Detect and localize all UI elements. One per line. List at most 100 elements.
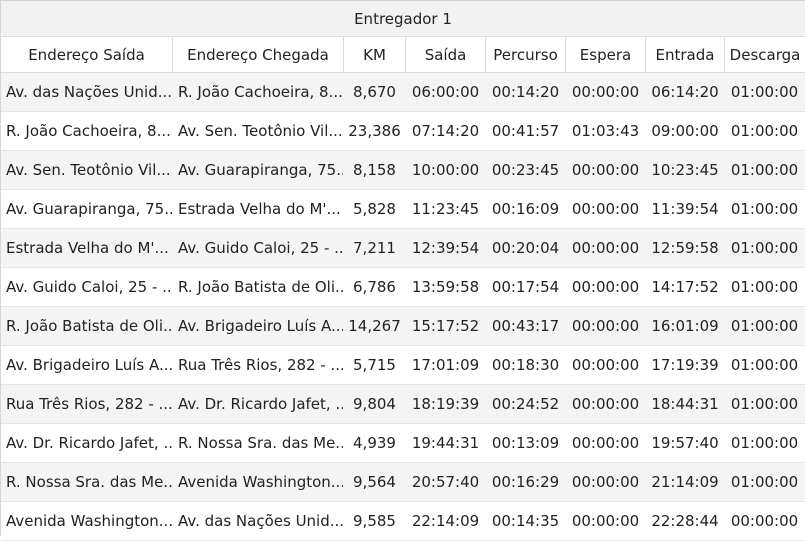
cell-descarga: 00:00:00 xyxy=(730,512,799,530)
cell-entrada: 17:19:39 xyxy=(651,356,719,374)
cell-km: 9,804 xyxy=(353,395,396,413)
cell-espera: 00:00:00 xyxy=(571,278,640,296)
data-grid: Entregador 1 Endereço Saída Endereço Che… xyxy=(0,0,805,541)
table-row[interactable]: Estrada Velha do M'... Av. Guido Caloi, … xyxy=(1,229,805,268)
cell-saida: 20:57:40 xyxy=(411,473,480,491)
cell-descarga: 01:00:00 xyxy=(730,395,799,413)
cell-km: 14,267 xyxy=(348,317,401,335)
cell-endereco-saida: Av. Guido Caloi, 25 - ... xyxy=(6,278,173,296)
table-row[interactable]: R. João Cachoeira, 8... Av. Sen. Teotôni… xyxy=(1,112,805,151)
cell-descarga: 01:00:00 xyxy=(730,317,799,335)
table-row[interactable]: Av. Brigadeiro Luís A... Rua Três Rios, … xyxy=(1,346,805,385)
cell-endereco-chegada: Av. Guarapiranga, 75... xyxy=(178,161,344,179)
cell-espera: 00:00:00 xyxy=(571,473,640,491)
cell-espera: 00:00:00 xyxy=(571,317,640,335)
cell-descarga: 01:00:00 xyxy=(730,278,799,296)
cell-descarga: 01:00:00 xyxy=(730,161,799,179)
cell-descarga: 01:00:00 xyxy=(730,200,799,218)
cell-km: 5,715 xyxy=(353,356,396,374)
cell-entrada: 09:00:00 xyxy=(651,122,719,140)
cell-saida: 06:00:00 xyxy=(411,83,480,101)
cell-endereco-saida: Av. Sen. Teotônio Vil... xyxy=(6,161,171,179)
table-row[interactable]: Rua Três Rios, 282 - ... Av. Dr. Ricardo… xyxy=(1,385,805,424)
cell-saida: 11:23:45 xyxy=(411,200,480,218)
grid-title: Entregador 1 xyxy=(1,1,805,37)
cell-espera: 00:00:00 xyxy=(571,512,640,530)
column-header-km[interactable]: KM xyxy=(344,37,406,72)
cell-espera: 00:00:00 xyxy=(571,83,640,101)
cell-percurso: 00:24:52 xyxy=(491,395,560,413)
cell-espera: 00:00:00 xyxy=(571,395,640,413)
cell-descarga: 01:00:00 xyxy=(730,239,799,257)
cell-saida: 07:14:20 xyxy=(411,122,480,140)
cell-endereco-saida: Av. Guarapiranga, 75... xyxy=(6,200,173,218)
cell-saida: 18:19:39 xyxy=(411,395,480,413)
column-header-entrada[interactable]: Entrada xyxy=(646,37,725,72)
cell-endereco-saida: R. João Cachoeira, 8... xyxy=(6,122,171,140)
cell-espera: 00:00:00 xyxy=(571,200,640,218)
column-header-espera[interactable]: Espera xyxy=(566,37,646,72)
cell-entrada: 12:59:58 xyxy=(651,239,719,257)
column-header-endereco-chegada[interactable]: Endereço Chegada xyxy=(173,37,344,72)
cell-percurso: 00:20:04 xyxy=(491,239,560,257)
cell-percurso: 00:14:20 xyxy=(491,83,560,101)
table-row[interactable]: Av. Guido Caloi, 25 - ... R. João Batist… xyxy=(1,268,805,307)
column-header-descarga[interactable]: Descarga xyxy=(725,37,805,72)
cell-endereco-saida: Estrada Velha do M'... xyxy=(6,239,169,257)
cell-descarga: 01:00:00 xyxy=(730,122,799,140)
cell-endereco-chegada: R. Nossa Sra. das Me... xyxy=(178,434,344,452)
cell-descarga: 01:00:00 xyxy=(730,83,799,101)
cell-espera: 00:00:00 xyxy=(571,434,640,452)
table-row[interactable]: R. João Batista de Oli... Av. Brigadeiro… xyxy=(1,307,805,346)
cell-saida: 19:44:31 xyxy=(411,434,480,452)
cell-endereco-chegada: Avenida Washington... xyxy=(178,473,344,491)
table-row[interactable]: Av. Sen. Teotônio Vil... Av. Guarapirang… xyxy=(1,151,805,190)
cell-descarga: 01:00:00 xyxy=(730,356,799,374)
cell-endereco-saida: Rua Três Rios, 282 - ... xyxy=(6,395,173,413)
cell-percurso: 00:16:29 xyxy=(491,473,560,491)
column-header-saida[interactable]: Saída xyxy=(406,37,486,72)
cell-km: 8,158 xyxy=(353,161,396,179)
column-header-percurso[interactable]: Percurso xyxy=(486,37,566,72)
cell-percurso: 00:17:54 xyxy=(491,278,560,296)
cell-endereco-chegada: Rua Três Rios, 282 - ... xyxy=(178,356,344,374)
cell-percurso: 00:41:57 xyxy=(491,122,560,140)
cell-entrada: 22:28:44 xyxy=(651,512,719,530)
cell-percurso: 00:14:35 xyxy=(491,512,560,530)
cell-percurso: 00:18:30 xyxy=(491,356,560,374)
cell-espera: 01:03:43 xyxy=(571,122,640,140)
cell-entrada: 14:17:52 xyxy=(651,278,719,296)
cell-saida: 15:17:52 xyxy=(411,317,480,335)
table-row[interactable]: Av. Guarapiranga, 75... Estrada Velha do… xyxy=(1,190,805,229)
cell-endereco-saida: Av. das Nações Unid... xyxy=(6,83,173,101)
cell-endereco-chegada: Av. Guido Caloi, 25 - ... xyxy=(178,239,344,257)
cell-endereco-chegada: Av. das Nações Unid... xyxy=(178,512,344,530)
cell-endereco-saida: Avenida Washington... xyxy=(6,512,173,530)
table-row[interactable]: Av. Dr. Ricardo Jafet, ... R. Nossa Sra.… xyxy=(1,424,805,463)
column-header-endereco-saida[interactable]: Endereço Saída xyxy=(1,37,173,72)
cell-entrada: 06:14:20 xyxy=(651,83,719,101)
cell-saida: 10:00:00 xyxy=(411,161,480,179)
cell-espera: 00:00:00 xyxy=(571,161,640,179)
cell-entrada: 11:39:54 xyxy=(651,200,719,218)
cell-km: 6,786 xyxy=(353,278,396,296)
header-row: Endereço Saída Endereço Chegada KM Saída… xyxy=(1,37,805,73)
cell-km: 5,828 xyxy=(353,200,396,218)
cell-percurso: 00:43:17 xyxy=(491,317,560,335)
cell-descarga: 01:00:00 xyxy=(730,434,799,452)
cell-endereco-saida: R. João Batista de Oli... xyxy=(6,317,173,335)
cell-endereco-chegada: R. João Batista de Oli... xyxy=(178,278,344,296)
cell-entrada: 19:57:40 xyxy=(651,434,719,452)
table-row[interactable]: Avenida Washington... Av. das Nações Uni… xyxy=(1,502,805,541)
table-row[interactable]: R. Nossa Sra. das Me... Avenida Washingt… xyxy=(1,463,805,502)
cell-saida: 13:59:58 xyxy=(411,278,480,296)
cell-km: 23,386 xyxy=(348,122,401,140)
cell-km: 7,211 xyxy=(353,239,396,257)
cell-descarga: 01:00:00 xyxy=(730,473,799,491)
cell-km: 8,670 xyxy=(353,83,396,101)
cell-endereco-saida: Av. Dr. Ricardo Jafet, ... xyxy=(6,434,173,452)
table-row[interactable]: Av. das Nações Unid... R. João Cachoeira… xyxy=(1,73,805,112)
cell-entrada: 10:23:45 xyxy=(651,161,719,179)
cell-saida: 17:01:09 xyxy=(411,356,480,374)
cell-endereco-chegada: Av. Sen. Teotônio Vil... xyxy=(178,122,343,140)
